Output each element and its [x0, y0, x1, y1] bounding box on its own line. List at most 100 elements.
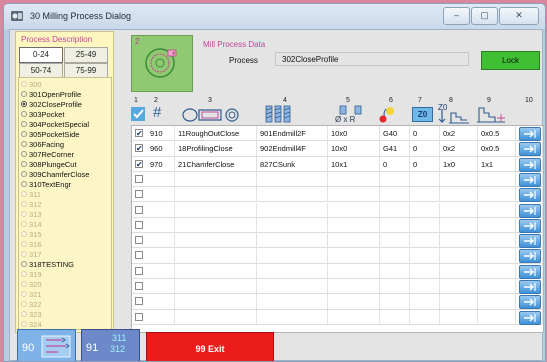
cell-step-z[interactable]: 0x2 — [440, 126, 478, 141]
cell-process-name[interactable] — [175, 233, 257, 249]
cell-number[interactable]: 960 — [147, 141, 175, 157]
cell-compensation[interactable] — [380, 248, 410, 264]
radio-button[interactable] — [21, 131, 27, 137]
radio-button[interactable] — [21, 141, 27, 147]
maximize-button[interactable]: ▢ — [471, 7, 498, 25]
sequence-button-91[interactable]: 91 311 312 — [81, 329, 140, 361]
cell-compensation[interactable] — [380, 233, 410, 249]
cell-step-xy[interactable] — [478, 171, 516, 187]
process-list-item[interactable]: 317 — [21, 249, 42, 259]
run-arrow-button[interactable] — [519, 172, 541, 187]
cell-tool[interactable]: 902Endmill4F — [257, 141, 328, 157]
close-button[interactable]: ✕ — [499, 7, 539, 25]
cell-z0[interactable] — [410, 202, 440, 218]
cell-number[interactable] — [147, 233, 175, 249]
radio-button[interactable] — [21, 271, 27, 277]
cell-diameter-radius[interactable] — [328, 263, 380, 279]
cell-step-xy[interactable] — [478, 263, 516, 279]
radio-button[interactable] — [21, 261, 27, 267]
cell-diameter-radius[interactable] — [328, 202, 380, 218]
cell-number[interactable] — [147, 309, 175, 325]
run-arrow-button[interactable] — [519, 264, 541, 279]
row-checkbox[interactable] — [135, 266, 143, 275]
process-list-item[interactable]: 319 — [21, 269, 42, 279]
cell-tool[interactable] — [257, 294, 328, 310]
cell-number[interactable] — [147, 279, 175, 294]
cell-z0[interactable] — [410, 279, 440, 294]
cell-compensation[interactable] — [380, 171, 410, 187]
run-arrow-button[interactable] — [519, 218, 541, 233]
process-list-item[interactable]: 316 — [21, 239, 42, 249]
cell-step-xy[interactable] — [478, 294, 516, 310]
process-list-item[interactable]: 312 — [21, 199, 42, 209]
cell-process-name[interactable] — [175, 263, 257, 279]
cell-tool[interactable] — [257, 233, 328, 249]
run-arrow-button[interactable] — [519, 295, 541, 310]
cell-step-z[interactable] — [440, 202, 478, 218]
process-list-item[interactable]: 318TESTING — [21, 259, 74, 269]
process-list-item[interactable]: 310TextEngr — [21, 179, 71, 189]
cell-step-z[interactable] — [440, 171, 478, 187]
cell-process-name[interactable] — [175, 309, 257, 325]
process-list-item[interactable]: 308PlungeCut — [21, 159, 77, 169]
cell-diameter-radius[interactable] — [328, 187, 380, 203]
radio-button[interactable] — [21, 211, 27, 217]
cell-process-name[interactable] — [175, 294, 257, 310]
run-arrow-button[interactable] — [519, 203, 541, 218]
row-checkbox[interactable] — [135, 174, 143, 183]
cell-number[interactable] — [147, 263, 175, 279]
cell-step-z[interactable] — [440, 294, 478, 310]
cell-diameter-radius[interactable] — [328, 309, 380, 325]
cell-tool[interactable] — [257, 187, 328, 203]
cell-diameter-radius[interactable]: 10x1 — [328, 156, 380, 172]
radio-button[interactable] — [21, 301, 27, 307]
cell-compensation[interactable] — [380, 294, 410, 310]
cell-step-xy[interactable] — [478, 187, 516, 203]
cell-tool[interactable] — [257, 263, 328, 279]
cell-step-xy[interactable] — [478, 279, 516, 294]
cell-z0[interactable] — [410, 233, 440, 249]
run-arrow-button[interactable] — [519, 142, 541, 157]
minimize-button[interactable]: – — [443, 7, 470, 25]
process-list-item[interactable]: 304PocketSpecial — [21, 119, 89, 129]
cell-process-name[interactable] — [175, 187, 257, 203]
radio-button[interactable] — [21, 81, 27, 87]
process-list-item[interactable]: 306Facing — [21, 139, 64, 149]
cell-tool[interactable]: 901Endmill2F — [257, 126, 328, 141]
cell-step-z[interactable]: 1x0 — [440, 156, 478, 172]
cell-tool[interactable]: 827CSunk — [257, 156, 328, 172]
radio-button[interactable] — [21, 201, 27, 207]
radio-button[interactable] — [21, 111, 27, 117]
cell-tool[interactable] — [257, 217, 328, 233]
cell-z0[interactable] — [410, 263, 440, 279]
range-tab-25-49[interactable]: 25-49 — [64, 47, 108, 63]
cell-step-z[interactable] — [440, 187, 478, 203]
cell-compensation[interactable] — [380, 187, 410, 203]
cell-process-name[interactable]: 18ProfilingClose — [175, 141, 257, 157]
cell-compensation[interactable]: G41 — [380, 141, 410, 157]
radio-button[interactable] — [21, 291, 27, 297]
cell-step-z[interactable]: 0x2 — [440, 141, 478, 157]
cell-diameter-radius[interactable] — [328, 279, 380, 294]
run-arrow-button[interactable] — [519, 157, 541, 172]
cell-diameter-radius[interactable] — [328, 294, 380, 310]
range-tab-0-24[interactable]: 0-24 — [19, 47, 63, 63]
radio-button[interactable] — [21, 151, 27, 157]
process-list-item[interactable]: 314 — [21, 219, 42, 229]
radio-button[interactable] — [21, 191, 27, 197]
process-list-item[interactable]: 313 — [21, 209, 42, 219]
row-checkbox[interactable] — [135, 236, 143, 245]
row-checkbox[interactable] — [135, 190, 143, 199]
cell-compensation[interactable] — [380, 309, 410, 325]
radio-button[interactable] — [21, 221, 27, 227]
cell-step-z[interactable] — [440, 309, 478, 325]
cell-step-xy[interactable] — [478, 309, 516, 325]
cell-z0[interactable] — [410, 171, 440, 187]
row-checkbox[interactable] — [135, 205, 143, 214]
cell-z0[interactable] — [410, 294, 440, 310]
cell-tool[interactable] — [257, 248, 328, 264]
cell-z0[interactable]: 0 — [410, 126, 440, 141]
exit-button[interactable]: 99 Exit — [146, 332, 274, 361]
cell-compensation[interactable]: G40 — [380, 126, 410, 141]
cell-step-xy[interactable]: 1x1 — [478, 156, 516, 172]
